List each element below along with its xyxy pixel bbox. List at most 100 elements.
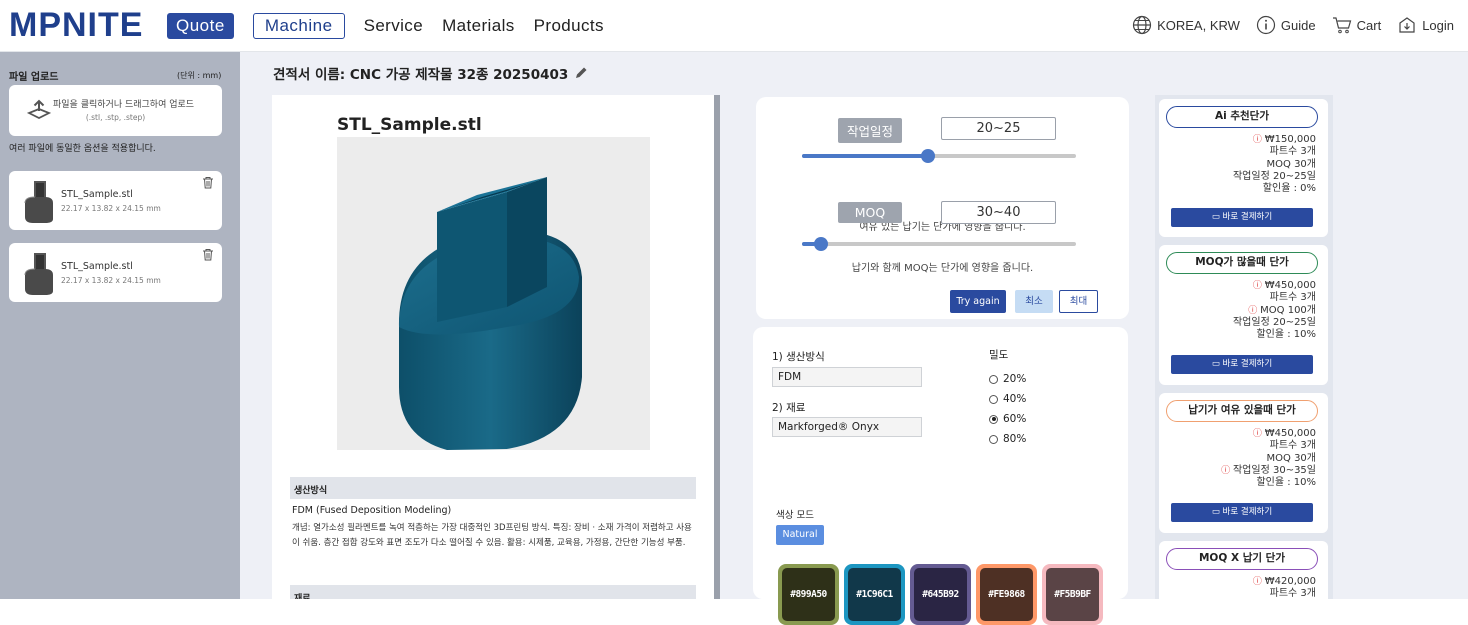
price-card: MOQ가 많을때 단가 ⓘ ₩450,000 파트수 3개 ⓘ MOQ 100개… [1159, 245, 1328, 385]
schedule-value[interactable]: 20~25 [941, 117, 1056, 140]
color-swatch[interactable]: #F5B9BF [1042, 564, 1103, 625]
swatch-label: #F5B9BF [1046, 568, 1099, 621]
pay-now-label: 바로 결제하기 [1222, 212, 1273, 222]
login-icon [1399, 17, 1415, 33]
color-mode-natural[interactable]: Natural [776, 525, 824, 545]
price-card: Ai 추천단가 ⓘ ₩150,000 파트수 3개 MOQ 30개 작업일정 2… [1159, 99, 1328, 237]
cart-label: Cart [1356, 17, 1382, 33]
nav-materials[interactable]: Materials [442, 16, 515, 36]
price-recommendations: Ai 추천단가 ⓘ ₩150,000 파트수 3개 MOQ 30개 작업일정 2… [1155, 95, 1333, 611]
price-line: 할인율 : 10% [1256, 477, 1316, 489]
color-swatch[interactable]: #1C96C1 [844, 564, 905, 625]
login-link[interactable]: Login [1397, 15, 1454, 35]
material-select[interactable]: Markforged® Onyx [772, 417, 922, 437]
main-content: 견적서 이름: CNC 가공 제작물 32종 20250403 STL_Samp… [240, 52, 1468, 625]
options-panel: 작업일정 20~25 여유 있는 납기는 단가에 영향을 줍니다. MOQ 30… [756, 97, 1129, 319]
nav-service[interactable]: Service [364, 16, 424, 36]
color-swatch[interactable]: #FE9868 [976, 564, 1037, 625]
schedule-value: 작업일정 30~35일 [1232, 464, 1316, 476]
upload-instruction: 파일을 클릭하거나 드래그하여 업로드 [53, 100, 195, 110]
file-dimensions: 22.17 x 13.82 x 24.15 mm [61, 204, 161, 213]
price-line: 작업일정 20~25일 [1232, 170, 1316, 182]
spec-panel: 1) 생산방식 FDM 2) 재료 Markforged® Onyx 밀도 20… [753, 327, 1128, 625]
nav-machine[interactable]: Machine [252, 12, 345, 39]
nav-quote[interactable]: Quote [167, 12, 234, 39]
upload-dropzone[interactable]: 파일을 클릭하거나 드래그하여 업로드 (.stl, .stp, .step) [9, 85, 222, 136]
section-header-method: 생산방식 [290, 477, 696, 499]
price-line: ⓘ ₩150,000 [1233, 134, 1316, 146]
file-card[interactable]: STL_Sample.stl 22.17 x 13.82 x 24.15 mm [9, 171, 222, 230]
swatch-label: #645B92 [914, 568, 967, 621]
price-card-details: ⓘ ₩450,000 파트수 3개 ⓘ MOQ 100개 작업일정 20~25일… [1233, 280, 1316, 341]
density-option-label: 80% [1003, 433, 1027, 445]
price-line: ⓘ MOQ 100개 [1233, 305, 1316, 317]
price-card-title: MOQ가 많을때 단가 [1166, 252, 1318, 274]
pay-now-button[interactable]: ▭ 바로 결제하기 [1171, 503, 1313, 522]
max-button[interactable]: 최대 [1059, 290, 1098, 313]
density-option-label: 40% [1003, 393, 1027, 405]
density-option[interactable]: 40% [989, 393, 1026, 405]
pay-now-button[interactable]: ▭ 바로 결제하기 [1171, 208, 1313, 227]
quote-title-row: 견적서 이름: CNC 가공 제작물 32종 20250403 [273, 63, 588, 83]
upload-title: 파일 업로드 [9, 72, 59, 83]
file-card[interactable]: STL_Sample.stl 22.17 x 13.82 x 24.15 mm [9, 243, 222, 302]
moq-value: MOQ 100개 [1260, 304, 1316, 316]
model-thumbnail [24, 253, 53, 295]
model-3d-view [398, 177, 582, 450]
radio-button[interactable] [989, 394, 998, 404]
radio-button[interactable] [989, 414, 998, 424]
pay-now-label: 바로 결제하기 [1222, 359, 1273, 369]
radio-button[interactable] [989, 434, 998, 444]
file-dimensions: 22.17 x 13.82 x 24.15 mm [61, 276, 161, 285]
trash-icon[interactable] [202, 248, 214, 261]
preview-filename: STL_Sample.stl [337, 115, 482, 135]
schedule-slider-handle[interactable] [921, 149, 936, 163]
nav-products[interactable]: Products [534, 16, 604, 36]
alert-icon: ⓘ [1248, 305, 1261, 316]
upload-formats: (.stl, .stp, .step) [85, 113, 146, 122]
info-icon [1256, 15, 1276, 35]
price-line: ⓘ 작업일정 30~35일 [1221, 465, 1316, 477]
price-line: 할인율 : 10% [1256, 329, 1316, 341]
method-select[interactable]: FDM [772, 367, 922, 387]
moq-value[interactable]: 30~40 [941, 201, 1056, 224]
model-render[interactable] [337, 137, 650, 450]
density-option[interactable]: 20% [989, 373, 1026, 385]
try-again-button[interactable]: Try again [950, 290, 1006, 313]
alert-icon: ⓘ [1252, 281, 1265, 291]
guide-link[interactable]: Guide [1256, 15, 1316, 35]
price-card-details: ⓘ ₩150,000 파트수 3개 MOQ 30개 작업일정 20~25일 할인… [1233, 134, 1316, 195]
moq-track[interactable] [802, 242, 1076, 246]
moq-hint: 납기와 함께 MOQ는 단가에 영향을 줍니다. [851, 263, 1034, 274]
price-line: 파트수 3개 [1269, 292, 1316, 304]
preview-scrollbar[interactable] [714, 95, 720, 599]
pay-now-button[interactable]: ▭ 바로 결제하기 [1171, 355, 1313, 374]
trash-icon[interactable] [202, 176, 214, 189]
guide-label: Guide [1280, 17, 1316, 33]
price-line: 파트수 3개 [1269, 146, 1316, 158]
upload-sidebar: 파일 업로드 (단위 : mm) 파일을 클릭하거나 드래그하여 업로드 (.s… [0, 52, 240, 599]
swatch-label: #899A50 [782, 568, 835, 621]
region-selector[interactable]: KOREA, KRW [1132, 15, 1240, 35]
price-value: ₩150,000 [1264, 134, 1316, 145]
price-value: ₩450,000 [1264, 428, 1316, 439]
price-card-title: MOQ X 납기 단가 [1166, 548, 1318, 570]
color-swatch[interactable]: #645B92 [910, 564, 971, 625]
cart-link[interactable]: Cart [1332, 15, 1382, 35]
login-label: Login [1422, 17, 1454, 33]
apply-note: 여러 파일에 동일한 옵션을 적용합니다. [9, 144, 156, 154]
unit-label: (단위 : mm) [177, 71, 222, 80]
density-option[interactable]: 80% [989, 433, 1026, 445]
method-title: FDM (Fused Deposition Modeling) [292, 505, 452, 516]
price-card: 납기가 여유 있을때 단가 ⓘ ₩450,000 파트수 3개 MOQ 30개 … [1159, 393, 1328, 533]
radio-button[interactable] [989, 374, 998, 384]
cart-icon [1332, 17, 1351, 34]
price-line: MOQ 30개 [1266, 158, 1316, 170]
logo[interactable]: MPNITE [9, 6, 159, 45]
color-swatch[interactable]: #899A50 [778, 564, 839, 625]
density-option[interactable]: 60% [989, 413, 1026, 425]
pencil-icon[interactable] [574, 66, 588, 80]
moq-slider-handle[interactable] [814, 237, 829, 251]
quote-title: 견적서 이름: CNC 가공 제작물 32종 20250403 [273, 67, 569, 83]
min-button[interactable]: 최소 [1015, 290, 1053, 313]
